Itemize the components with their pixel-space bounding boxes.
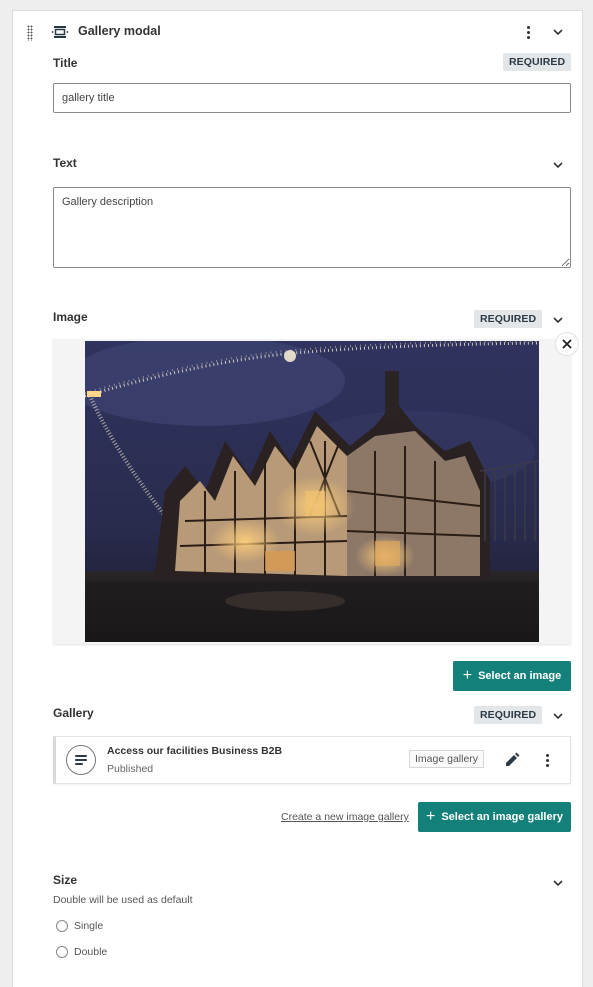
panel-title: Gallery modal (78, 24, 161, 38)
image-required-badge: REQUIRED (474, 310, 543, 328)
gallery-required-badge: REQUIRED (474, 706, 543, 724)
gallery-label: Gallery (53, 706, 94, 720)
image-preview (85, 341, 539, 642)
gallery-modal-icon (51, 26, 69, 38)
radio-double[interactable] (56, 946, 68, 958)
panel-collapse-chevron-down-icon[interactable] (551, 25, 565, 39)
gallery-item-status: Published (107, 763, 154, 775)
image-label: Image (53, 310, 88, 324)
size-option-single-label: Single (74, 920, 104, 932)
create-gallery-link[interactable]: Create a new image gallery (281, 811, 409, 823)
text-textarea[interactable]: Gallery description (53, 187, 571, 268)
size-collapse-chevron-down-icon[interactable] (551, 876, 565, 890)
gallery-item[interactable]: Access our facilities Business B2B Publi… (53, 736, 571, 784)
image-collapse-chevron-down-icon[interactable] (551, 313, 565, 327)
size-option-double[interactable]: Double (56, 946, 107, 958)
select-gallery-label: Select an image gallery (441, 811, 563, 823)
gallery-collapse-chevron-down-icon[interactable] (551, 709, 565, 723)
plus-icon: + (462, 667, 473, 684)
size-helper-text: Double will be used as default (53, 894, 193, 906)
close-icon (562, 339, 572, 349)
gallery-item-type-tag: Image gallery (409, 750, 485, 768)
remove-image-button[interactable] (555, 332, 579, 356)
radio-single[interactable] (56, 920, 68, 932)
select-image-button[interactable]: + Select an image (453, 661, 571, 691)
title-required-badge: REQUIRED (503, 53, 572, 71)
tudor-building-photo (85, 341, 539, 642)
title-input[interactable] (53, 83, 571, 113)
size-label: Size (53, 873, 78, 887)
gallery-modal-panel: Gallery modal Title REQUIRED Text Galler… (12, 10, 583, 987)
drag-handle-icon[interactable] (27, 25, 33, 41)
gallery-item-title: Access our facilities Business B2B (107, 745, 283, 757)
text-collapse-chevron-down-icon[interactable] (551, 158, 565, 172)
image-preview-container (53, 339, 571, 644)
plus-icon: + (425, 808, 436, 825)
text-label: Text (53, 156, 77, 170)
select-image-label: Select an image (478, 670, 562, 682)
gallery-item-menu-button[interactable] (539, 751, 555, 769)
select-gallery-button[interactable]: + Select an image gallery (418, 802, 571, 832)
notes-icon (66, 745, 96, 775)
title-label: Title (53, 56, 78, 70)
size-option-double-label: Double (74, 946, 108, 958)
size-option-single[interactable]: Single (56, 920, 103, 932)
panel-menu-button[interactable] (520, 23, 536, 41)
edit-pencil-icon[interactable] (504, 752, 520, 768)
